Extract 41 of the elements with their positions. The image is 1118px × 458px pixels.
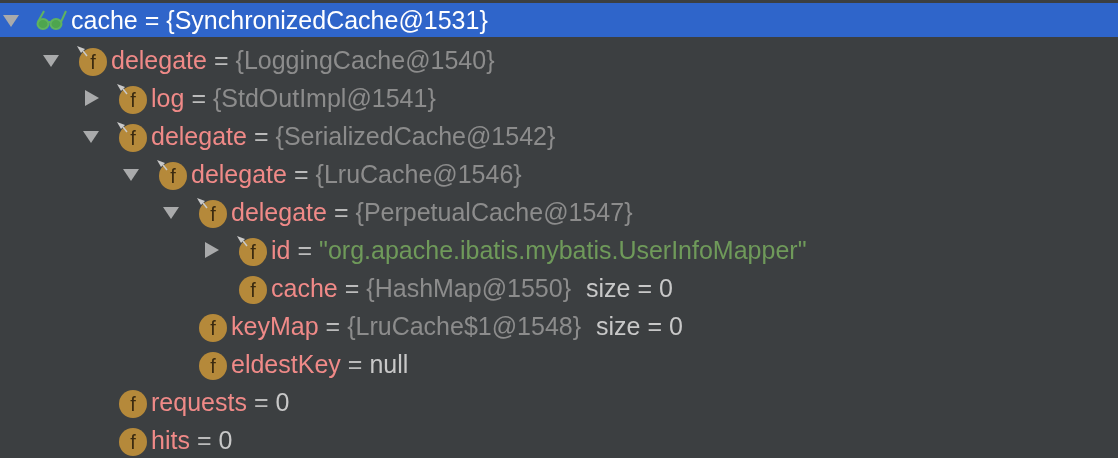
equals-sign: = [191, 83, 206, 113]
variable-name: eldestKey [231, 349, 341, 379]
variable-value: {SynchronizedCache@1531} [166, 5, 488, 35]
equals-sign: = [325, 311, 341, 341]
size-label: size = 0 [596, 311, 683, 341]
variable-name: delegate [231, 197, 327, 227]
variable-value: {PerpetualCache@1547} [355, 197, 633, 227]
variable-name: id [271, 235, 291, 265]
variable-value: "org.apache.ibatis.mybatis.UserInfoMapper" [319, 235, 807, 265]
variable-value: 0 [218, 425, 233, 455]
size-label: size = 0 [586, 273, 673, 303]
equals-sign: = [253, 121, 269, 151]
equals-sign: = [144, 5, 160, 35]
variable-name: delegate [151, 121, 247, 151]
variable-name: cache [271, 273, 338, 303]
selected-row[interactable]: cache = {SynchronizedCache@1531} [0, 3, 1118, 37]
collapsed-arrow-icon[interactable] [82, 89, 100, 107]
variable-name: keyMap [231, 311, 319, 341]
equals-sign: = [297, 235, 313, 265]
collapsed-arrow-icon[interactable] [202, 241, 220, 259]
variable-name: requests [151, 387, 247, 417]
variable-value: {LruCache@1546} [315, 159, 522, 189]
variable-value: {LoggingCache@1540} [235, 45, 495, 75]
variable-name: cache [71, 5, 138, 35]
variable-value: {StdOutImpl@1541} [213, 83, 436, 113]
equals-sign: = [347, 349, 363, 379]
variable-name: delegate [111, 45, 207, 75]
equals-sign: = [344, 273, 360, 303]
variable-value: 0 [275, 387, 290, 417]
equals-sign: = [196, 425, 212, 455]
variable-value: null [369, 349, 409, 379]
variable-name: log [151, 83, 185, 113]
variable-value: {SerializedCache@1542} [275, 121, 556, 151]
variable-name: delegate [191, 159, 287, 189]
variable-value: {HashMap@1550} [366, 273, 571, 303]
equals-sign: = [213, 45, 229, 75]
equals-sign: = [293, 159, 309, 189]
variable-name: hits [151, 425, 190, 455]
variable-value: {LruCache$1@1548} [347, 311, 582, 341]
equals-sign: = [333, 197, 349, 227]
equals-sign: = [253, 387, 269, 417]
